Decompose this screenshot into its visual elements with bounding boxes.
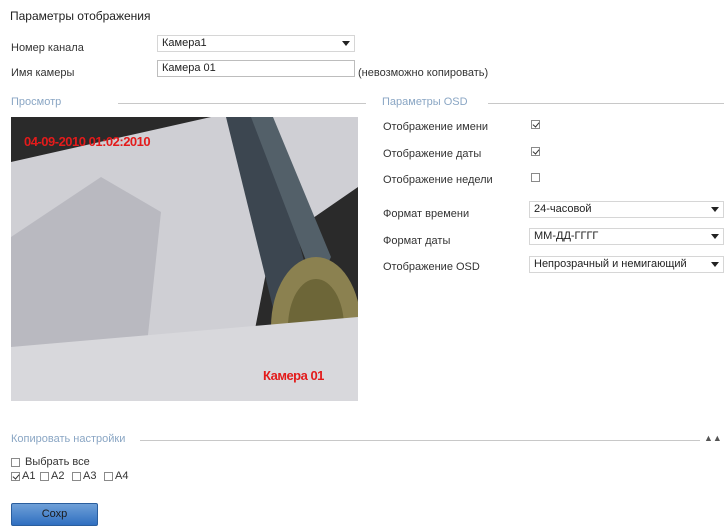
chevron-down-icon <box>711 207 719 212</box>
select-all-label: Выбрать все <box>25 456 90 468</box>
osd-mode-label: Отображение OSD <box>383 261 480 273</box>
show-week-label: Отображение недели <box>383 174 493 186</box>
channel-select[interactable]: Камера1 <box>157 35 355 52</box>
camera-name-note: (невозможно копировать) <box>358 67 489 79</box>
channel-a1-checkbox[interactable] <box>11 472 20 481</box>
time-format-value: 24-часовой <box>534 203 592 215</box>
show-week-checkbox[interactable] <box>531 173 540 182</box>
show-name-checkbox[interactable] <box>531 120 540 129</box>
chevron-down-icon <box>342 41 350 46</box>
channel-a3-label: A3 <box>83 470 97 482</box>
show-name-label: Отображение имени <box>383 121 489 133</box>
camera-preview: 04-09-2010 01:02:2010 Камера 01 <box>11 117 358 401</box>
camera-name-input[interactable]: Камера 01 <box>157 60 355 77</box>
channel-a2-checkbox[interactable] <box>40 472 49 481</box>
date-format-select[interactable]: ММ-ДД-ГГГГ <box>529 228 724 245</box>
channel-a3-checkbox[interactable] <box>72 472 81 481</box>
osd-section-title: Параметры OSD <box>382 96 468 108</box>
copy-section-title: Копировать настройки <box>11 433 126 445</box>
osd-mode-select[interactable]: Непрозрачный и немигающий <box>529 256 724 273</box>
preview-name-overlay: Камера 01 <box>263 368 324 383</box>
date-format-value: ММ-ДД-ГГГГ <box>534 230 599 242</box>
channel-a4-label: A4 <box>115 470 129 482</box>
copy-divider <box>140 440 700 441</box>
page-title: Параметры отображения <box>10 9 151 23</box>
time-format-label: Формат времени <box>383 208 470 220</box>
save-button[interactable]: Сохр <box>11 503 98 526</box>
preview-datetime-overlay: 04-09-2010 01:02:2010 <box>24 134 151 149</box>
channel-a2-label: A2 <box>51 470 65 482</box>
chevron-down-icon <box>711 234 719 239</box>
channel-select-value: Камера1 <box>162 37 207 49</box>
channel-label: Номер канала <box>11 42 84 54</box>
osd-mode-value: Непрозрачный и немигающий <box>534 258 687 270</box>
date-format-label: Формат даты <box>383 235 451 247</box>
show-date-checkbox[interactable] <box>531 147 540 156</box>
channel-a1-label: A1 <box>22 470 36 482</box>
osd-divider <box>488 103 724 104</box>
time-format-select[interactable]: 24-часовой <box>529 201 724 218</box>
channel-a4-checkbox[interactable] <box>104 472 113 481</box>
select-all-checkbox[interactable] <box>11 458 20 467</box>
preview-divider <box>118 103 366 104</box>
chevron-down-icon <box>711 262 719 267</box>
preview-section-title: Просмотр <box>11 96 62 108</box>
collapse-icon[interactable]: ▲▲ <box>704 433 722 443</box>
camera-preview-image <box>11 117 358 401</box>
camera-name-label: Имя камеры <box>11 67 75 79</box>
show-date-label: Отображение даты <box>383 148 482 160</box>
